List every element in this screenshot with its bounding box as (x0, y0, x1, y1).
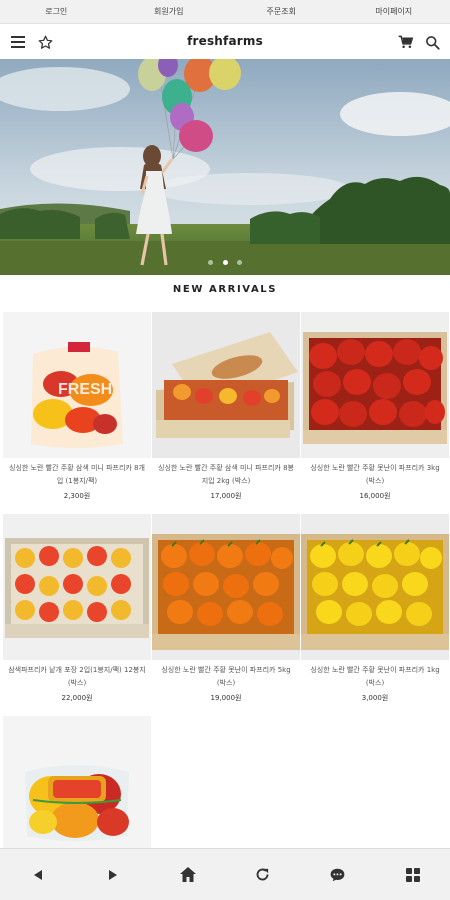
site-logo[interactable]: freshfarms (0, 24, 450, 59)
section-title: NEW ARRIVALS (172, 284, 278, 295)
carousel-dots (0, 250, 450, 269)
product-image[interactable]: FRESH (3, 312, 151, 458)
product-image[interactable] (301, 514, 449, 660)
bottom-toolbar (0, 848, 450, 900)
product-name[interactable]: 싱싱한 노란 빨간 주황 못난이 파프리카 1kg (박스) (301, 664, 449, 690)
chat-icon[interactable] (328, 865, 348, 885)
signup-link[interactable]: 회원가입 (113, 0, 226, 23)
product-image[interactable] (301, 312, 449, 458)
svg-text:FRESH: FRESH (58, 381, 112, 398)
product-image[interactable] (3, 716, 151, 862)
product-card[interactable]: 싱싱한 노란 빨간 주황 못난이 파프리카 5kg (박스) 19,000원 (152, 514, 300, 703)
home-icon[interactable] (178, 865, 198, 885)
cart-icon[interactable] (396, 33, 414, 51)
product-name[interactable]: 싱싱한 노란 빨간 주황 못난이 파프리카 3kg (박스) (301, 462, 449, 488)
top-utility-nav: 로그인 회원가입 주문조회 마이페이지 (0, 0, 450, 24)
product-name[interactable]: 싱싱한 노란 빨간 주황 못난이 파프리카 5kg (박스) (152, 664, 300, 690)
apps-icon[interactable] (403, 865, 423, 885)
refresh-icon[interactable] (253, 865, 273, 885)
product-image[interactable] (152, 312, 300, 458)
product-card[interactable]: 삼색파프리카 낱개 포장 2입(1봉지/팩) 12봉지 (박스) 22,000원 (3, 514, 151, 703)
product-price: 19,000원 (210, 694, 242, 702)
product-name[interactable]: 삼색파프리카 낱개 포장 2입(1봉지/팩) 12봉지 (박스) (3, 664, 151, 690)
hero-image (0, 59, 450, 275)
product-card[interactable] (3, 716, 151, 862)
login-link[interactable]: 로그인 (0, 0, 113, 23)
product-price: 16,000원 (359, 492, 391, 500)
product-price: 22,000원 (61, 694, 93, 702)
product-name[interactable]: 싱싱한 노란 빨간 주황 삼색 미니 파프리카 8개입 (1봉지/팩) (3, 462, 151, 488)
back-icon[interactable] (28, 865, 48, 885)
search-icon[interactable] (423, 33, 441, 51)
site-header: freshfarms (0, 24, 450, 59)
product-card[interactable]: FRESH 싱싱한 노란 빨간 주황 삼색 미니 파프리카 8개입 (1봉지/팩… (3, 312, 151, 501)
order-lookup-link[interactable]: 주문조회 (225, 0, 338, 23)
carousel-dot[interactable] (222, 260, 228, 265)
product-image[interactable] (152, 514, 300, 660)
product-name[interactable]: 싱싱한 노란 빨간 주황 삼색 미니 파프리카 8봉지입 2kg (박스) (152, 462, 300, 488)
mypage-link[interactable]: 마이페이지 (338, 0, 450, 23)
product-price: 3,000원 (361, 694, 389, 702)
product-card[interactable]: 싱싱한 노란 빨간 주황 못난이 파프리카 3kg (박스) 16,000원 (301, 312, 449, 501)
product-image[interactable] (3, 514, 151, 660)
hero-banner[interactable] (0, 59, 450, 275)
product-price: 17,000원 (210, 492, 242, 500)
carousel-dot[interactable] (236, 260, 242, 265)
product-card[interactable]: 싱싱한 노란 빨간 주황 못난이 파프리카 1kg (박스) 3,000원 (301, 514, 449, 703)
product-price: 2,300원 (63, 492, 91, 500)
forward-icon[interactable] (103, 865, 123, 885)
carousel-dot[interactable] (208, 260, 214, 265)
product-card[interactable]: 싱싱한 노란 빨간 주황 삼색 미니 파프리카 8봉지입 2kg (박스) 17… (152, 312, 300, 501)
